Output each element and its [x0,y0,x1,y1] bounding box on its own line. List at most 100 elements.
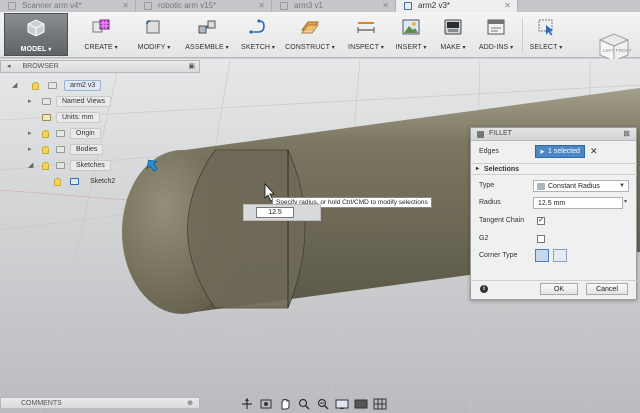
document-tabs: Scanner arm v4* ✕ robotic arm v15* ✕ arm… [0,0,640,12]
inspect-menu[interactable]: INSPECT [344,12,388,58]
assemble-menu[interactable]: ASSEMBLE [182,12,232,58]
close-icon[interactable]: ✕ [504,0,511,12]
add-comment-icon[interactable]: ⊕ [187,398,193,409]
radius-field[interactable]: 12.5 mm [533,197,623,209]
corner-type-label: Corner Type [479,252,518,259]
component-icon [48,82,57,89]
select-label: SELECT [526,44,566,51]
tab-scanner-arm[interactable]: Scanner arm v4* ✕ [0,0,136,12]
expand-icon[interactable]: ▸ [28,144,32,156]
construct-menu[interactable]: CONSTRUCT [284,12,336,58]
modify-menu[interactable]: MODIFY [132,12,176,58]
pin-icon[interactable]: ▣ [188,61,195,73]
visibility-bulb-icon[interactable] [42,130,49,138]
chevron-down-icon[interactable]: ▾ [624,198,627,205]
close-icon[interactable]: ✕ [382,0,389,12]
model-workspace-button[interactable]: MODEL [4,13,68,56]
visibility-bulb-icon[interactable] [54,178,61,186]
cancel-button[interactable]: Cancel [586,283,628,295]
collapse-icon[interactable]: ◂ [7,63,11,70]
browser-item-units[interactable]: Units: mm [28,112,138,124]
insert-menu[interactable]: INSERT [394,12,428,58]
tab-label: robotic arm v15* [158,1,217,10]
viewcube-front-label: FRONT [616,48,632,53]
g2-label: G2 [479,235,489,242]
toolbar-divider [522,18,523,52]
fillet-icon [477,131,484,138]
tab-arm3[interactable]: arm3 v1 ✕ [272,0,396,12]
model-icon [27,19,45,37]
create-menu[interactable]: CREATE [76,12,126,58]
tab-label: Scanner arm v4* [22,1,82,10]
expand-icon[interactable]: ▸ [28,96,32,108]
ok-button[interactable]: OK [540,283,578,295]
close-icon[interactable]: ✕ [258,0,265,12]
tab-arm2[interactable]: arm2 v3* ✕ [396,0,518,12]
viewcube-left-label: LEFT [603,48,614,53]
fit-icon[interactable] [316,398,330,410]
browser-item-sketch2[interactable]: Sketch2 [52,176,152,188]
navigation-bar [240,396,392,411]
edges-selection-button[interactable]: ➤ 1 selected [535,145,585,158]
assemble-icon [198,20,216,34]
browser-item-sketches[interactable]: ◢ Sketches [28,160,138,172]
select-menu[interactable]: SELECT [526,12,566,58]
browser-title: BROWSER [22,63,59,70]
type-dropdown-value: Constant Radius [548,183,600,190]
type-dropdown[interactable]: Constant Radius ▼ [533,180,629,192]
folder-icon [56,130,65,137]
pan-icon[interactable] [278,398,292,410]
info-icon[interactable]: i [480,285,488,293]
make-menu[interactable]: MAKE [436,12,470,58]
assemble-label: ASSEMBLE [182,44,232,51]
add-ins-label: ADD-INS [476,44,516,51]
zoom-icon[interactable] [297,398,311,410]
radius-input[interactable]: 12.5 [256,207,294,218]
browser-item-label: Named Views [56,96,112,107]
g2-checkbox[interactable] [537,235,545,243]
grid-settings-icon[interactable] [373,398,387,410]
tangent-chain-checkbox[interactable]: ✓ [537,217,545,225]
browser-header[interactable]: ◂ BROWSER ▣ [0,60,200,73]
select-icon [538,19,553,36]
orbit-constrained-icon[interactable] [240,397,254,410]
browser-item-label: Sketch2 [90,178,116,185]
browser-item-bodies[interactable]: ▸ Bodies [28,144,138,156]
corner-type-setback-icon[interactable] [553,249,567,262]
close-icon[interactable]: ✕ [122,0,129,12]
select-arrow-icon: ➤ [539,149,545,156]
corner-type-rolling-ball-icon[interactable] [535,249,549,262]
sketch-menu[interactable]: SKETCH [238,12,278,58]
fillet-dialog-header[interactable]: FILLET ⊠ [471,128,636,141]
visibility-bulb-icon[interactable] [42,146,49,154]
constant-radius-icon [537,183,545,190]
display-settings-icon[interactable] [335,398,349,410]
fillet-dialog-title: FILLET [489,130,512,137]
browser-item-named-views[interactable]: ▸ Named Views [28,96,138,108]
browser-item-origin[interactable]: ▸ Origin [28,128,138,140]
expand-icon[interactable]: ◢ [12,80,17,92]
inspect-icon [357,22,375,33]
chevron-down-icon: ▼ [619,183,625,189]
construct-icon [301,21,319,34]
browser-root[interactable]: ◢ arm2 v3 [12,80,122,92]
visibility-bulb-icon[interactable] [42,162,49,170]
expand-icon[interactable]: ▸ [476,164,479,175]
comments-panel[interactable]: COMMENTS ⊕ [0,397,200,409]
create-icon [92,19,110,33]
expand-icon[interactable]: ◢ [28,160,33,172]
browser-item-label: Units: mm [56,112,100,123]
tab-robotic-arm[interactable]: robotic arm v15* ✕ [136,0,272,12]
visibility-bulb-icon[interactable] [32,82,39,90]
add-ins-menu[interactable]: ADD-INS [476,12,516,58]
type-label: Type [479,182,495,189]
selections-section[interactable]: ▸ Selections [470,163,637,175]
visual-style-icon[interactable] [354,398,368,410]
look-at-icon[interactable] [259,398,273,410]
make-icon [444,19,462,35]
expand-icon[interactable]: ▸ [28,128,32,140]
clear-selection-icon[interactable]: ✕ [590,145,598,157]
edges-label: Edges [479,148,499,155]
insert-label: INSERT [394,44,428,51]
close-icon[interactable]: ⊠ [623,128,630,140]
